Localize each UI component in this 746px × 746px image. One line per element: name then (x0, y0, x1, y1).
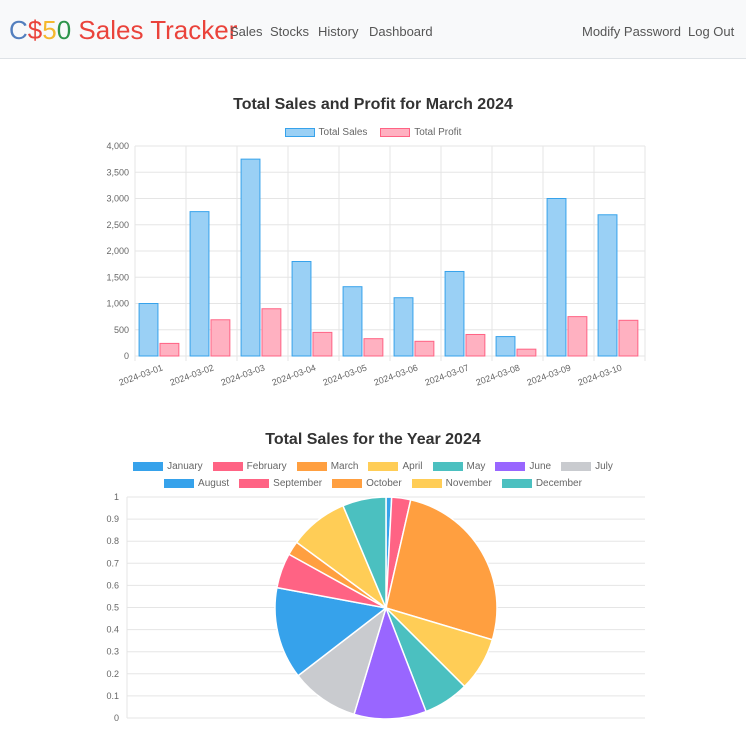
y-tick-label: 0.4 (106, 625, 119, 635)
y-tick-label: 1 (114, 492, 119, 502)
y-tick-label: 0.2 (106, 669, 119, 679)
y-tick-label: 0.8 (106, 536, 119, 546)
y-tick-label: 0.1 (106, 691, 119, 701)
pie-chart: 0 0.1 0.2 0.3 0.4 0.5 0.6 0.7 0.8 0.9 1 (106, 492, 645, 723)
y-tick-label: 0.6 (106, 580, 119, 590)
y-tick-label: 0.7 (106, 558, 119, 568)
y-tick-label: 0 (114, 713, 119, 723)
y-tick-label: 0.9 (106, 514, 119, 524)
y-tick-label: 0.5 (106, 603, 119, 613)
y-tick-label: 0.3 (106, 647, 119, 657)
